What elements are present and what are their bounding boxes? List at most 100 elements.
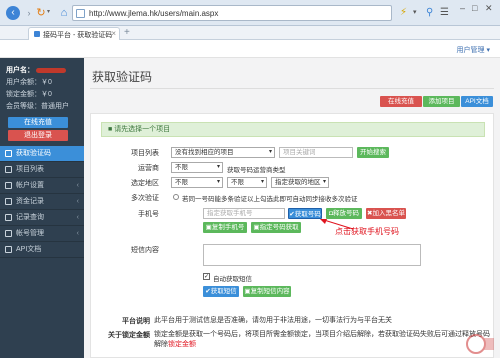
- close-tab-icon[interactable]: ×: [111, 29, 116, 38]
- redacted-username: [36, 67, 66, 73]
- sidebar-item-records[interactable]: 记录查询 ‹: [0, 210, 84, 226]
- logout-button[interactable]: 退出登录: [8, 130, 68, 141]
- specify-phone-label: 指定号码获取: [259, 224, 299, 231]
- phone-label: 手机号: [138, 211, 159, 218]
- address-bar[interactable]: http://www.jlema.hk/users/main.aspx: [72, 5, 392, 21]
- online-recharge-button[interactable]: 在线充值: [8, 117, 68, 128]
- sidebar-item-label: 帐户设置: [16, 182, 44, 189]
- refresh-dropdown-icon[interactable]: ▾: [47, 8, 50, 15]
- project-search-placeholder: 项目关键词: [283, 149, 316, 156]
- sms-label: 短信内容: [131, 247, 159, 254]
- fee-info-highlight: 锁定金额: [168, 341, 196, 348]
- area-hint-value: 指定获取的地区: [275, 179, 321, 186]
- fee-info-block: 锁定金额是获取一个号码后，将项目所需金额锁定，当项目介绍后解除，若获取验证码失败…: [154, 330, 494, 350]
- copy-phone-button[interactable]: ▣复制手机号: [203, 222, 247, 233]
- chevron-left-icon: ‹: [76, 230, 79, 237]
- copy-phone-label: 复制手机号: [211, 224, 245, 231]
- list-icon: [5, 166, 12, 173]
- start-search-button[interactable]: 开始搜索: [357, 147, 389, 158]
- multi-verify-text: 若同一号码能多条验证以上勾选此即可自动同步接收多次验证: [182, 196, 358, 203]
- sidebar-item-accounts[interactable]: 帐号管理 ‹: [0, 226, 84, 242]
- sidebar-item-api[interactable]: API文档: [0, 242, 84, 258]
- phone-input[interactable]: 指定获取手机号: [203, 208, 285, 219]
- area-label: 选定地区: [131, 180, 159, 187]
- url-text: http://www.jlema.hk/users/main.aspx: [89, 9, 219, 18]
- tab-title: 接码平台 - 获取验证码: [43, 32, 113, 39]
- user-menu[interactable]: 用户管理 ▾: [457, 45, 490, 55]
- chevron-left-icon: ‹: [76, 198, 79, 205]
- city-select-value: 不限: [231, 179, 244, 186]
- sidebar-menu: 获取验证码 项目列表 帐户设置 ‹ 资金记录 ‹ 记录查询 ‹ 帐号管理 ‹ A…: [0, 146, 84, 258]
- sidebar-item-account-settings[interactable]: 帐户设置 ‹: [0, 178, 84, 194]
- auto-fetch-checkbox[interactable]: ✓: [203, 273, 210, 280]
- city-select[interactable]: 不限 ▾: [227, 177, 267, 188]
- project-select[interactable]: 没有找到相应的项目 ▾: [171, 147, 275, 158]
- profile-block: 用户名： 用户余额：￥0 锁定金额：￥0 会员等级：普通用户 在线充值 退出登录: [0, 58, 84, 144]
- province-select[interactable]: 不限 ▾: [171, 177, 223, 188]
- carrier-hint: 获取号码运营商类型: [227, 167, 286, 174]
- fee-info-row: 关于锁定金额 锁定金额是获取一个号码后，将项目所需金额锁定，当项目介绍后解除，若…: [84, 330, 500, 354]
- lightning-icon[interactable]: ⚡: [400, 6, 407, 20]
- home-icon[interactable]: ⌂: [57, 6, 71, 20]
- new-tab-button[interactable]: +: [124, 27, 130, 38]
- get-sms-button[interactable]: ✔获取短信: [203, 286, 239, 297]
- carrier-label: 运营商: [138, 165, 159, 172]
- notice-banner: ■ 请先选择一个项目: [101, 122, 485, 137]
- add-project-button[interactable]: 添加项目: [423, 96, 460, 107]
- blacklist-label: 加入黑名单: [372, 210, 405, 217]
- get-sms-label: 获取短信: [210, 288, 237, 295]
- page-header: 用户管理 ▾: [0, 40, 500, 58]
- carrier-select[interactable]: 不限 ▾: [171, 162, 223, 173]
- username-row: 用户名：: [6, 65, 66, 75]
- chevron-down-icon: ▾: [268, 149, 272, 155]
- back-icon[interactable]: ‹: [6, 6, 20, 20]
- fee-info-label: 关于锁定金额: [108, 332, 150, 339]
- chevron-down-icon: ▾: [216, 179, 220, 185]
- chevron-down-icon: ▾: [216, 164, 220, 170]
- divider: [90, 88, 494, 89]
- release-number-label: 释放号码: [332, 210, 359, 217]
- close-window-icon[interactable]: ✕: [485, 3, 493, 14]
- refresh-icon[interactable]: ↻: [34, 6, 48, 20]
- project-select-value: 没有找到相应的项目: [175, 149, 234, 156]
- annotation-text: 点击获取手机号码: [335, 227, 399, 236]
- project-label: 项目列表: [131, 150, 159, 157]
- blacklist-button[interactable]: ✖加入黑名单: [366, 208, 406, 219]
- menu-icon[interactable]: ☰: [440, 6, 449, 20]
- sidebar-item-get-code[interactable]: 获取验证码: [0, 146, 84, 162]
- sidebar-item-label: 帐号管理: [16, 230, 44, 237]
- project-search-input[interactable]: 项目关键词: [279, 147, 353, 158]
- user-icon: [5, 230, 12, 237]
- specify-phone-button[interactable]: ▣指定号码获取: [251, 222, 301, 233]
- auto-fetch-label: 自动获取短信: [213, 276, 252, 283]
- online-recharge-action-button[interactable]: 在线充值: [380, 96, 422, 107]
- carrier-select-value: 不限: [175, 164, 188, 171]
- search-icon[interactable]: ⚲: [426, 6, 433, 20]
- minimize-icon[interactable]: –: [460, 3, 465, 13]
- main-content: 获取验证码 在线充值 添加项目 API文档 ■ 请先选择一个项目 项目列表 没有…: [84, 58, 500, 358]
- username-label: 用户名：: [6, 67, 34, 74]
- multi-verify-radio[interactable]: [173, 194, 179, 200]
- api-docs-button[interactable]: API文档: [461, 96, 493, 107]
- copy-sms-button[interactable]: ▣复制短信内容: [243, 286, 291, 297]
- platform-info-row: 平台说明 此平台用于测试信息是否准确，请勿用于非法用途，一切事法行为与平台无关: [84, 316, 500, 328]
- balance-text: 用户余额：￥0: [6, 79, 52, 86]
- dropdown-icon[interactable]: ▾: [413, 6, 417, 20]
- maximize-icon[interactable]: □: [472, 3, 477, 13]
- area-hint-select[interactable]: 指定获取的地区 ▾: [271, 177, 329, 188]
- api-icon: [5, 246, 12, 253]
- document-icon: [5, 214, 12, 221]
- browser-tab[interactable]: 接码平台 - 获取验证码 ×: [28, 27, 120, 40]
- sidebar-item-projects[interactable]: 项目列表: [0, 162, 84, 178]
- get-number-label: 获取号码: [294, 211, 321, 218]
- multi-verify-label: 多次验证: [131, 195, 159, 202]
- sidebar-item-funds[interactable]: 资金记录 ‹: [0, 194, 84, 210]
- watermark-logo: [466, 334, 494, 354]
- chevron-left-icon: ‹: [76, 182, 79, 189]
- get-number-button[interactable]: ✔获取号码: [288, 208, 322, 219]
- sidebar-item-label: 资金记录: [16, 198, 44, 205]
- message-icon: [5, 150, 12, 157]
- sms-content-textarea[interactable]: [203, 244, 421, 266]
- page-icon: [76, 9, 85, 18]
- money-icon: [5, 198, 12, 205]
